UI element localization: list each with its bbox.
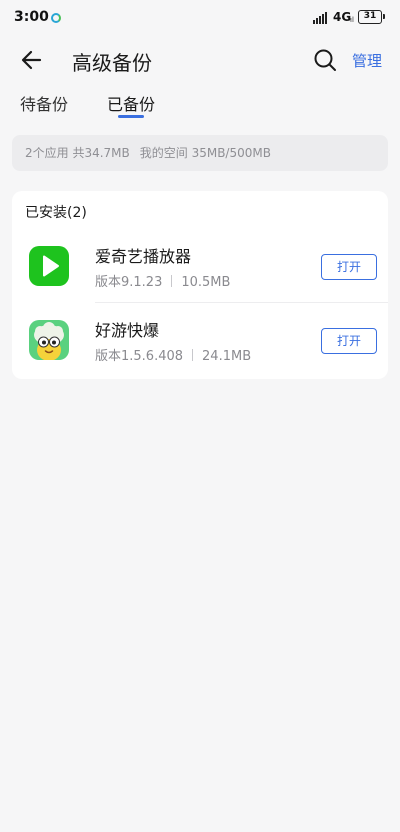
app-meta: 版本1.5.6.408 24.1MB — [95, 345, 251, 364]
section-title-installed: 已安装(2) — [25, 205, 87, 221]
backup-size-summary: 2个应用 共34.7MB — [25, 146, 130, 160]
open-button[interactable]: 打开 — [321, 254, 377, 280]
tab-backed-up[interactable]: 已备份 — [107, 91, 155, 115]
open-button[interactable]: 打开 — [321, 328, 377, 354]
notification-icon — [51, 13, 61, 23]
back-button[interactable] — [18, 46, 46, 74]
network-type: 4G — [333, 10, 352, 24]
installed-apps-card: 已安装(2) 爱奇艺播放器 版本9.1.23 10.5MB 打开 好游快爆 版本… — [12, 191, 388, 379]
app-row-iqiyi[interactable]: 爱奇艺播放器 版本9.1.23 10.5MB 打开 — [12, 229, 388, 305]
cloud-space-usage: 我的空间 35MB/500MB — [139, 146, 271, 160]
app-version: 版本9.1.23 — [95, 275, 163, 290]
play-icon — [29, 246, 69, 286]
tab-indicator — [118, 115, 144, 118]
tab-bar: 待备份 已备份 — [0, 86, 400, 126]
tab-pending-backup[interactable]: 待备份 — [20, 91, 68, 115]
app-name: 爱奇艺播放器 — [95, 247, 192, 266]
status-bar: 3:00 4G ıl 31 — [0, 0, 400, 34]
app-size: 10.5MB — [181, 275, 231, 290]
app-meta: 版本9.1.23 10.5MB — [95, 271, 230, 290]
signal-icon — [313, 12, 329, 24]
search-button[interactable] — [311, 46, 339, 74]
manage-button[interactable]: 管理 — [352, 50, 382, 71]
search-icon — [314, 49, 336, 71]
arrow-left-icon — [21, 50, 42, 70]
app-row-haoyou[interactable]: 好游快爆 版本1.5.6.408 24.1MB 打开 — [12, 303, 388, 379]
app-name: 好游快爆 — [95, 321, 160, 340]
network-activity: ıl — [350, 16, 354, 24]
battery-icon: 31 — [358, 10, 385, 24]
app-size: 24.1MB — [202, 349, 252, 364]
storage-summary: 2个应用 共34.7MB 我的空间 35MB/500MB — [12, 135, 388, 171]
app-version: 版本1.5.6.408 — [95, 349, 184, 364]
header: 高级备份 管理 — [0, 34, 400, 86]
page-title: 高级备份 — [72, 51, 152, 75]
status-time: 3:00 — [14, 9, 49, 25]
haoyou-mascot-icon — [29, 320, 69, 360]
